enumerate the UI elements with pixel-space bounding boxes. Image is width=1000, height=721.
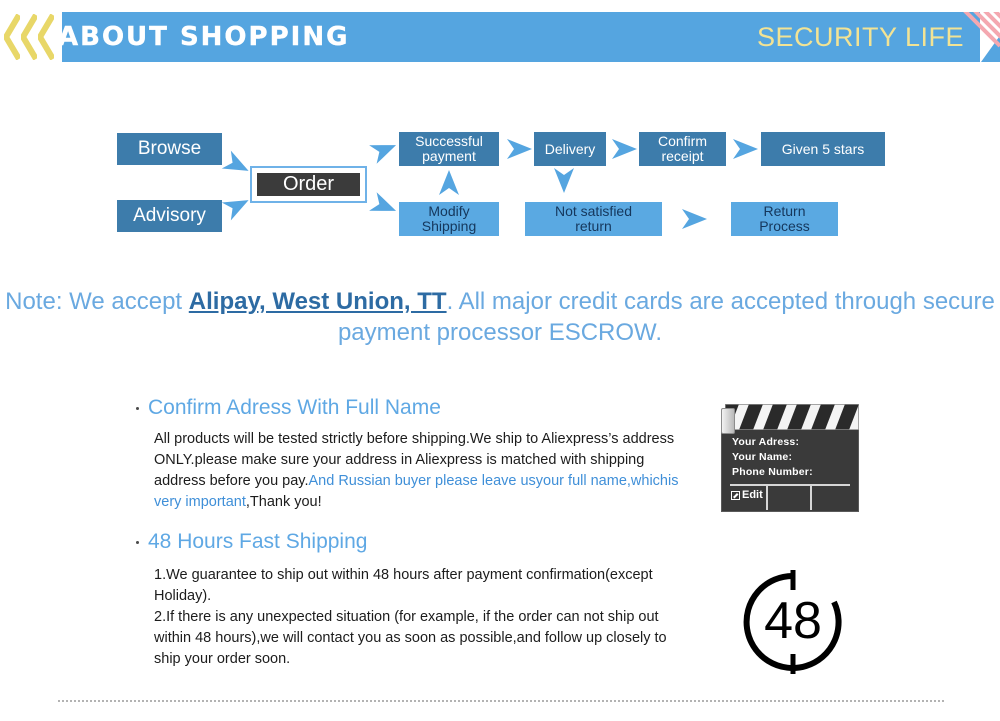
field-phone-label: Phone Number: (732, 466, 813, 478)
clapperboard-hinge (721, 408, 735, 434)
page-header: ABOUT SHOPPING SECURITY LIFE (0, 12, 1000, 62)
flow-box-not-satisfied: Not satisfied return (525, 202, 662, 236)
chevron-left-icon (38, 14, 54, 60)
chevron-left-icon (4, 14, 20, 60)
48-hours-clock-graphic: 48 (737, 566, 849, 678)
flow-box-advisory: Advisory (117, 200, 222, 232)
clapperboard-graphic: Your Adress: Your Name: Phone Number: Ed… (721, 404, 859, 512)
flow-box-label: Successful payment (415, 133, 483, 164)
edit-label: Edit (731, 489, 763, 501)
flow-arrow-notsatisfied-to-return (681, 209, 707, 229)
flow-box-given-5-stars: Given 5 stars (761, 132, 885, 166)
bottom-divider (57, 700, 945, 702)
flow-box-label: Confirm receipt (657, 133, 707, 164)
header-subtitle: SECURITY LIFE (756, 22, 964, 52)
flow-box-label: Return Process (759, 203, 810, 234)
corner-stripes-decoration (954, 12, 1000, 62)
flow-box-return-process: Return Process (731, 202, 838, 236)
flow-arrow-advisory-to-order (221, 196, 250, 221)
flow-box-modify-shipping: Modify Shipping (399, 202, 499, 236)
flow-box-order: Order (250, 166, 367, 203)
flow-arrow-modify-to-payment (436, 170, 462, 195)
flow-box-delivery: Delivery (534, 132, 606, 166)
flow-box-label: Not satisfied return (554, 203, 633, 234)
section-body: 1.We guarantee to ship out within 48 hou… (154, 565, 678, 670)
clapperboard-divider (730, 484, 850, 486)
flow-arrow-order-to-payment (369, 140, 397, 164)
chevron-left-icon (21, 14, 37, 60)
edit-icon (731, 490, 740, 500)
flow-box-label: Given 5 stars (781, 140, 865, 157)
flow-box-confirm-receipt: Confirm receipt (639, 132, 726, 166)
flow-box-browse: Browse (117, 133, 222, 165)
flow-box-label: Delivery (544, 140, 596, 157)
flow-box-label: Browse (137, 138, 202, 160)
clapperboard-clapper-stick (725, 404, 859, 430)
flow-arrow-confirm-to-stars (732, 139, 758, 159)
section-paragraph-black-2: ,Thank you! (245, 494, 322, 510)
clock-label: 48 (764, 592, 822, 650)
shipping-line-1: 1.We guarantee to ship out within 48 hou… (154, 567, 653, 604)
flow-arrow-delivery-to-notsatisfied (551, 168, 577, 193)
section-heading-text: 48 Hours Fast Shipping (148, 530, 368, 553)
section-heading-text: Confirm Adress With Full Name (148, 396, 441, 419)
field-name-label: Your Name: (732, 451, 793, 463)
shipping-line-2: 2.If there is any unexpected situation (… (154, 609, 667, 667)
clapperboard-fields: Your Adress: Your Name: Phone Number: (732, 435, 813, 480)
flow-box-successful-payment: Successful payment (399, 132, 499, 166)
clapperboard-divider (766, 486, 768, 510)
section-confirm-adress: Confirm Adress With Full Name All produc… (136, 396, 693, 513)
flow-arrow-browse-to-order (221, 150, 250, 175)
payment-note: Note: We accept Alipay, West Union, TT. … (0, 286, 1000, 348)
bullet-dot-icon (136, 407, 139, 410)
flow-box-label: Order (255, 171, 362, 198)
section-fast-shipping: 48 Hours Fast Shipping 1.We guarantee to… (136, 530, 678, 670)
flow-arrow-order-to-modify (369, 192, 397, 216)
page-title: ABOUT SHOPPING (58, 22, 350, 52)
flow-arrow-payment-to-delivery (506, 139, 532, 159)
note-highlight: Alipay, West Union, TT (188, 288, 447, 315)
flow-box-label: Modify Shipping (421, 203, 477, 234)
edit-text: Edit (742, 489, 763, 501)
clapperboard-body: Your Adress: Your Name: Phone Number: Ed… (721, 426, 859, 512)
clapperboard-divider (810, 486, 812, 510)
section-body: All products will be tested strictly bef… (154, 429, 693, 513)
field-address-label: Your Adress: (732, 436, 800, 448)
section-heading: 48 Hours Fast Shipping (136, 530, 678, 554)
note-prefix: Note: We accept (5, 288, 189, 315)
bullet-dot-icon (136, 541, 139, 544)
flow-box-label: Advisory (133, 205, 206, 227)
section-heading: Confirm Adress With Full Name (136, 396, 693, 420)
flow-arrow-delivery-to-confirm (611, 139, 637, 159)
